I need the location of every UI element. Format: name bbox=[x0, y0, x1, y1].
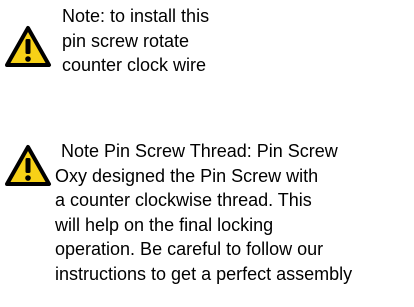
note-line: Note Pin Screw Thread: Pin Screw bbox=[61, 141, 338, 161]
note-line: Oxy designed the Pin Screw with bbox=[55, 165, 319, 186]
note-thread-text: Note Pin Screw Thread: Pin Screw Oxy des… bbox=[55, 139, 352, 286]
note-line: operation. Be careful to follow our bbox=[55, 239, 324, 259]
note-line: Note: to install this bbox=[62, 6, 210, 26]
warning-icon bbox=[5, 145, 51, 186]
warning-icon bbox=[5, 26, 51, 67]
note-line: counter clock wire bbox=[62, 55, 207, 75]
note-line: pin screw rotate bbox=[62, 30, 190, 51]
note-line: a counter clockwise thread. This bbox=[55, 190, 312, 210]
note-line: will help on the final locking bbox=[55, 214, 274, 235]
note-install-text: Note: to install this pin screw rotate c… bbox=[62, 4, 209, 78]
note-line: instructions to get a perfect assembly bbox=[55, 263, 353, 284]
